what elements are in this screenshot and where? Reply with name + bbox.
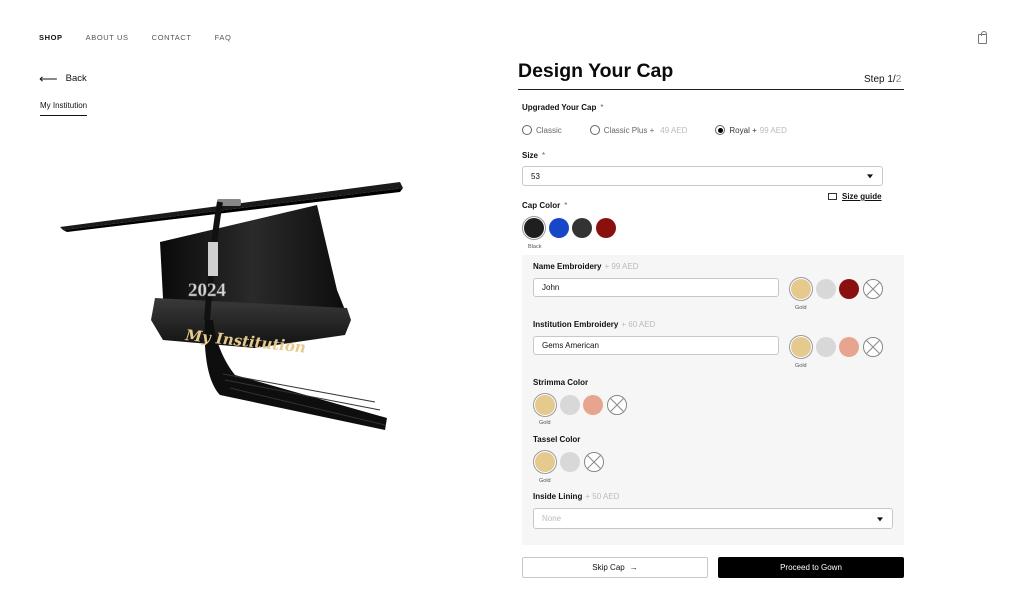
cap-color-swatch-black[interactable] [524,218,544,238]
arrow-right-icon: → [629,563,638,572]
strimma-swatch-gold[interactable] [535,395,555,415]
tassel-selected-name: Gold [539,478,551,484]
step-indicator: Step 1/2 [864,74,901,85]
radio-circle [522,125,532,135]
institution-embroidery-price: + 60 AED [621,320,656,329]
cap-color-selected-name: Black [528,244,542,250]
cap-color-swatch-maroon[interactable] [596,218,616,238]
size-guide-label: Size guide [842,192,882,201]
back-button[interactable]: ⟵ Back [39,72,87,85]
tassel-color-label: Tassel Color [533,435,581,444]
name-embroidery-swatch-none[interactable] [863,279,883,299]
top-nav: SHOP ABOUT US CONTACT FAQ [39,33,254,42]
name-embroidery-price: + 99 AED [604,262,639,271]
radio-price: 99 AED [759,125,787,135]
name-embroidery-swatch-maroon[interactable] [839,279,859,299]
tassel-swatch-silver[interactable] [560,452,580,472]
radio-circle-selected [715,125,726,135]
strimma-color-label: Strimma Color [533,378,589,387]
radio-royal[interactable]: Royal + 99 AED [715,125,787,135]
skip-cap-label: Skip Cap [592,563,625,572]
ruler-icon [828,193,837,200]
name-embroidery-swatch-silver[interactable] [816,279,836,299]
size-label-text: Size [522,151,539,160]
upgrade-options: Classic Classic Plus + 49 AED Royal + 99… [522,125,815,135]
cap-color-label: Cap Color * [522,201,567,210]
upgrade-label-text: Upgraded Your Cap [522,103,597,112]
size-label: Size * [522,151,545,160]
step-current: Step 1/ [864,74,896,85]
institution-embroidery-swatch-gold[interactable] [791,337,811,357]
radio-classic[interactable]: Classic [522,125,562,135]
strimma-selected-name: Gold [539,420,551,426]
radio-price: 49 AED [660,125,688,135]
name-embroidery-input[interactable] [533,278,779,297]
inside-lining-placeholder: None [542,514,562,523]
inside-lining-price: + 50 AED [585,492,620,501]
name-embroidery-label-text: Name Embroidery [533,262,602,271]
proceed-to-gown-button[interactable]: Proceed to Gown [718,557,904,578]
title-divider [518,89,904,90]
strimma-swatch-silver[interactable] [560,395,580,415]
required-mark: * [542,151,546,160]
required-mark: * [600,103,604,112]
institution-embroidery-label: Institution Embroidery + 60 AED [533,320,655,329]
inside-lining-label: Inside Lining + 50 AED [533,492,619,501]
institution-embroidery-swatch-none[interactable] [863,337,883,357]
cap-color-label-text: Cap Color [522,201,561,210]
page-title: Design Your Cap [518,60,674,82]
size-select[interactable]: 53 [522,166,883,186]
graduation-cap-image: 2024 My Institution [55,170,415,440]
skip-cap-button[interactable]: Skip Cap → [522,557,708,578]
shopping-bag-icon[interactable] [978,31,987,44]
radio-classic-plus[interactable]: Classic Plus + 49 AED [589,125,688,135]
institution-embroidery-swatch-silver[interactable] [816,337,836,357]
strimma-swatch-rose[interactable] [583,395,603,415]
institution-embroidery-selected-name: Gold [795,363,807,369]
back-label: Back [65,73,87,84]
institution-embroidery-swatch-rose[interactable] [839,337,859,357]
cap-color-swatch-charcoal[interactable] [572,218,592,238]
upgrade-label: Upgraded Your Cap * [522,103,604,112]
nav-contact[interactable]: CONTACT [152,33,192,42]
institution-embroidery-input[interactable] [533,336,779,355]
step-total: 2 [895,74,902,85]
radio-label: Royal + [729,125,757,135]
inside-lining-label-text: Inside Lining [533,492,583,501]
radio-circle [589,125,600,135]
cap-color-swatch-blue[interactable] [549,218,569,238]
chevron-down-icon [877,516,883,521]
nav-shop[interactable]: SHOP [39,33,63,42]
arrow-left-icon: ⟵ [39,71,58,86]
size-guide-link[interactable]: Size guide [828,192,882,201]
tassel-swatch-gold[interactable] [535,452,555,472]
required-mark: * [564,201,568,210]
name-embroidery-label: Name Embroidery + 99 AED [533,262,639,271]
tassel-swatch-none[interactable] [584,452,604,472]
nav-about-us[interactable]: ABOUT US [86,33,129,42]
institution-embroidery-label-text: Institution Embroidery [533,320,619,329]
name-embroidery-selected-name: Gold [795,305,807,311]
radio-label: Classic [536,125,562,135]
chevron-down-icon [867,174,873,179]
nav-faq[interactable]: FAQ [215,33,232,42]
name-embroidery-swatch-gold[interactable] [791,279,811,299]
radio-label: Classic Plus + [603,125,655,135]
size-value: 53 [531,171,540,181]
inside-lining-select[interactable]: None [533,508,893,529]
strimma-swatch-none[interactable] [607,395,627,415]
tab-my-institution[interactable]: My Institution [40,101,88,116]
year-charm-text: 2024 [188,280,227,301]
